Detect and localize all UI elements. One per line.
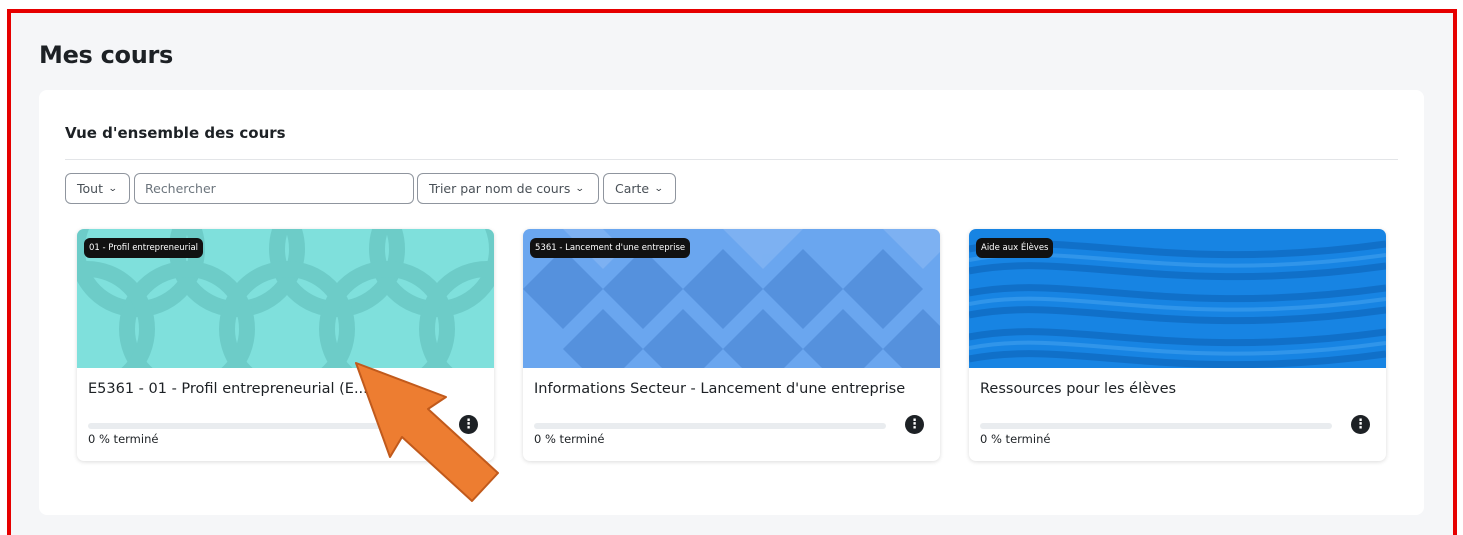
divider (65, 159, 1398, 160)
highlight-frame: Mes cours Vue d'ensemble des cours Tout … (7, 9, 1457, 535)
course-overview-block: Vue d'ensemble des cours Tout ⌄ Recherch… (39, 90, 1424, 515)
sort-dropdown-label: Trier par nom de cours (429, 181, 571, 196)
view-dropdown[interactable]: Carte ⌄ (603, 173, 676, 204)
course-name-link[interactable]: Informations Secteur - Lancement d'une e… (534, 381, 929, 397)
chevron-down-icon: ⌄ (575, 183, 586, 194)
progress-text: 0 % terminé (88, 432, 159, 446)
progress-bar (88, 423, 440, 429)
course-name-link[interactable]: Ressources pour les élèves (980, 381, 1375, 397)
filter-dropdown-label: Tout (77, 181, 103, 196)
course-category-badge: 01 - Profil entrepreneurial (84, 238, 204, 258)
course-name-link[interactable]: E5361 - 01 - Profil entrepreneurial (E..… (88, 381, 483, 397)
block-title: Vue d'ensemble des cours (65, 124, 286, 142)
filter-dropdown[interactable]: Tout ⌄ (65, 173, 130, 204)
page-title: Mes cours (39, 41, 174, 69)
course-card[interactable]: 5361 - Lancement d'une entreprise Inform… (523, 229, 940, 461)
course-category-badge: 5361 - Lancement d'une entreprise (530, 238, 691, 258)
sort-dropdown[interactable]: Trier par nom de cours ⌄ (417, 173, 599, 204)
chevron-down-icon: ⌄ (107, 183, 118, 194)
course-card[interactable]: 01 - Profil entrepreneurial E5361 - 01 -… (77, 229, 494, 461)
course-category-badge: Aide aux Élèves (976, 238, 1054, 258)
ellipsis-vertical-icon[interactable]: ⋮ (1351, 415, 1370, 434)
view-dropdown-label: Carte (615, 181, 650, 196)
ellipsis-vertical-icon[interactable]: ⋮ (459, 415, 478, 434)
search-placeholder: Rechercher (145, 181, 216, 196)
progress-text: 0 % terminé (980, 432, 1051, 446)
progress-bar (980, 423, 1332, 429)
ellipsis-vertical-icon[interactable]: ⋮ (905, 415, 924, 434)
course-image[interactable]: 01 - Profil entrepreneurial (77, 229, 494, 368)
course-image[interactable]: Aide aux Élèves (969, 229, 1386, 368)
search-input[interactable]: Rechercher (134, 173, 414, 204)
progress-text: 0 % terminé (534, 432, 605, 446)
chevron-down-icon: ⌄ (653, 183, 664, 194)
course-card[interactable]: Aide aux Élèves Ressources pour les élèv… (969, 229, 1386, 461)
course-image[interactable]: 5361 - Lancement d'une entreprise (523, 229, 940, 368)
progress-bar (534, 423, 886, 429)
